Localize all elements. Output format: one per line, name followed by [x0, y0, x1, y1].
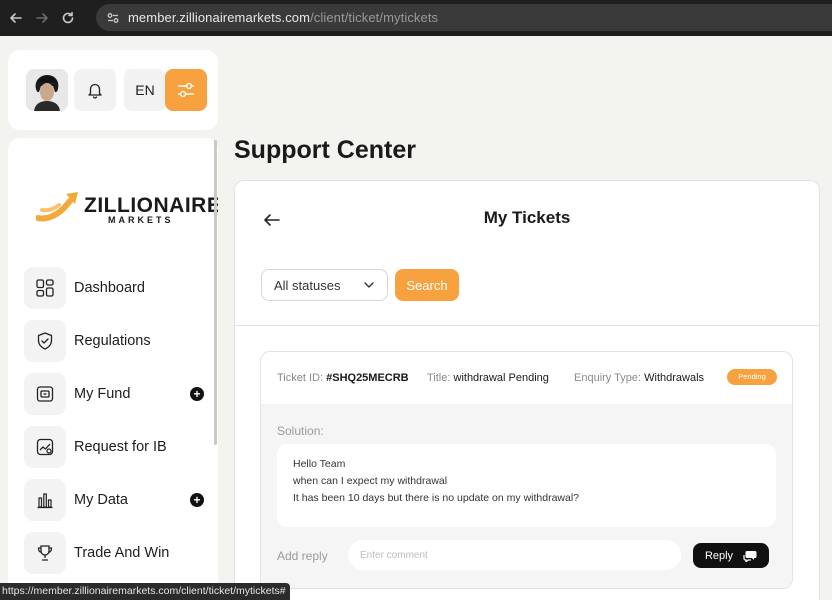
ticket-enquiry-type: Enquiry Type: Withdrawals [574, 372, 704, 384]
status-badge: Pending [727, 369, 777, 385]
reply-button[interactable]: Reply [693, 543, 769, 568]
wallet-icon [24, 373, 66, 415]
sidebar-item-label: Dashboard [74, 280, 145, 296]
status-filter-select[interactable]: All statuses [261, 269, 388, 301]
sidebar-item-regulations[interactable]: Regulations [24, 319, 204, 363]
ticket-id-value: #SHQ25MECRB [326, 372, 409, 384]
sliders-icon [178, 82, 194, 98]
sidebar: ZILLIONAIRE MARKETS Dashboard Regulation… [8, 138, 218, 600]
comment-input[interactable] [348, 540, 681, 570]
ticket-title-value: withdrawal Pending [453, 372, 549, 384]
tickets-card: My Tickets All statuses Search Ticket ID… [234, 180, 820, 600]
browser-toolbar: member.zillionairemarkets.com/client/tic… [0, 0, 832, 36]
logo-icon [36, 192, 78, 222]
sidebar-item-label: Trade And Win [74, 545, 170, 561]
ticket-type-value: Withdrawals [644, 372, 705, 384]
message-line: Hello Team [293, 458, 346, 470]
ticket-header: Ticket ID: #SHQ25MECRB Title: withdrawal… [261, 352, 792, 402]
status-filter-value: All statuses [274, 277, 341, 293]
url-host: member.zillionairemarkets.com [128, 10, 311, 25]
expand-plus-icon[interactable]: + [190, 387, 204, 401]
ticket-id: Ticket ID: #SHQ25MECRB [277, 372, 409, 384]
trophy-icon [24, 532, 66, 574]
solution-label: Solution: [277, 424, 324, 438]
bar-chart-icon [24, 479, 66, 521]
add-reply-label: Add reply [277, 549, 328, 563]
sidebar-item-label: Request for IB [74, 439, 167, 455]
site-settings-icon[interactable] [104, 9, 122, 27]
page-title: Support Center [234, 136, 416, 164]
ticket-title-label: Title: [427, 372, 451, 384]
expand-plus-icon[interactable]: + [190, 493, 204, 507]
sidebar-item-my-data[interactable]: My Data + [24, 478, 204, 522]
grid-icon [24, 267, 66, 309]
ticket-card: Ticket ID: #SHQ25MECRB Title: withdrawal… [260, 351, 793, 589]
settings-button[interactable] [165, 69, 207, 111]
search-button[interactable]: Search [395, 269, 459, 301]
sidebar-item-dashboard[interactable]: Dashboard [24, 266, 204, 310]
avatar[interactable] [26, 69, 68, 111]
top-actions-card: EN [8, 50, 218, 130]
chat-bubbles-icon [743, 550, 757, 562]
sidebar-item-label: My Fund [74, 386, 131, 402]
chart-image-icon [24, 426, 66, 468]
ticket-type-label: Enquiry Type: [574, 372, 642, 384]
ticket-id-label: Ticket ID: [277, 372, 324, 384]
sidebar-item-label: Regulations [74, 333, 151, 349]
bell-icon [88, 83, 102, 99]
link-status-bar: https://member.zillionairemarkets.com/cl… [0, 583, 290, 600]
shield-check-icon [24, 320, 66, 362]
sidebar-scrollbar[interactable] [214, 140, 217, 445]
message-line: It has been 10 days but there is no upda… [293, 492, 580, 504]
sidebar-item-request-for-ib[interactable]: Request for IB [24, 425, 204, 469]
url-path: /client/ticket/mytickets [310, 10, 439, 25]
forward-nav-icon[interactable] [32, 8, 52, 28]
address-bar[interactable]: member.zillionairemarkets.com/client/tic… [96, 4, 832, 31]
message-line: when can I expect my withdrawal [293, 475, 448, 487]
brand-logo[interactable]: ZILLIONAIRE MARKETS [36, 190, 218, 226]
language-button[interactable]: EN [124, 69, 166, 111]
back-nav-icon[interactable] [6, 8, 26, 28]
url-text: member.zillionairemarkets.com/client/tic… [128, 10, 438, 25]
chevron-down-icon [364, 282, 374, 288]
divider [235, 325, 819, 326]
sidebar-item-label: My Data [74, 492, 128, 508]
card-title: My Tickets [483, 208, 571, 227]
sidebar-item-trade-and-win[interactable]: Trade And Win [24, 531, 204, 575]
notifications-button[interactable] [74, 69, 116, 111]
ticket-message: Hello Team when can I expect my withdraw… [277, 444, 776, 527]
reload-icon[interactable] [58, 8, 78, 28]
sidebar-item-my-fund[interactable]: My Fund + [24, 372, 204, 416]
ticket-title: Title: withdrawal Pending [427, 372, 549, 384]
reply-button-label: Reply [704, 549, 734, 562]
ticket-body: Solution: Hello Team when can I expect m… [261, 404, 792, 588]
brand-sub: MARKETS [108, 215, 174, 225]
